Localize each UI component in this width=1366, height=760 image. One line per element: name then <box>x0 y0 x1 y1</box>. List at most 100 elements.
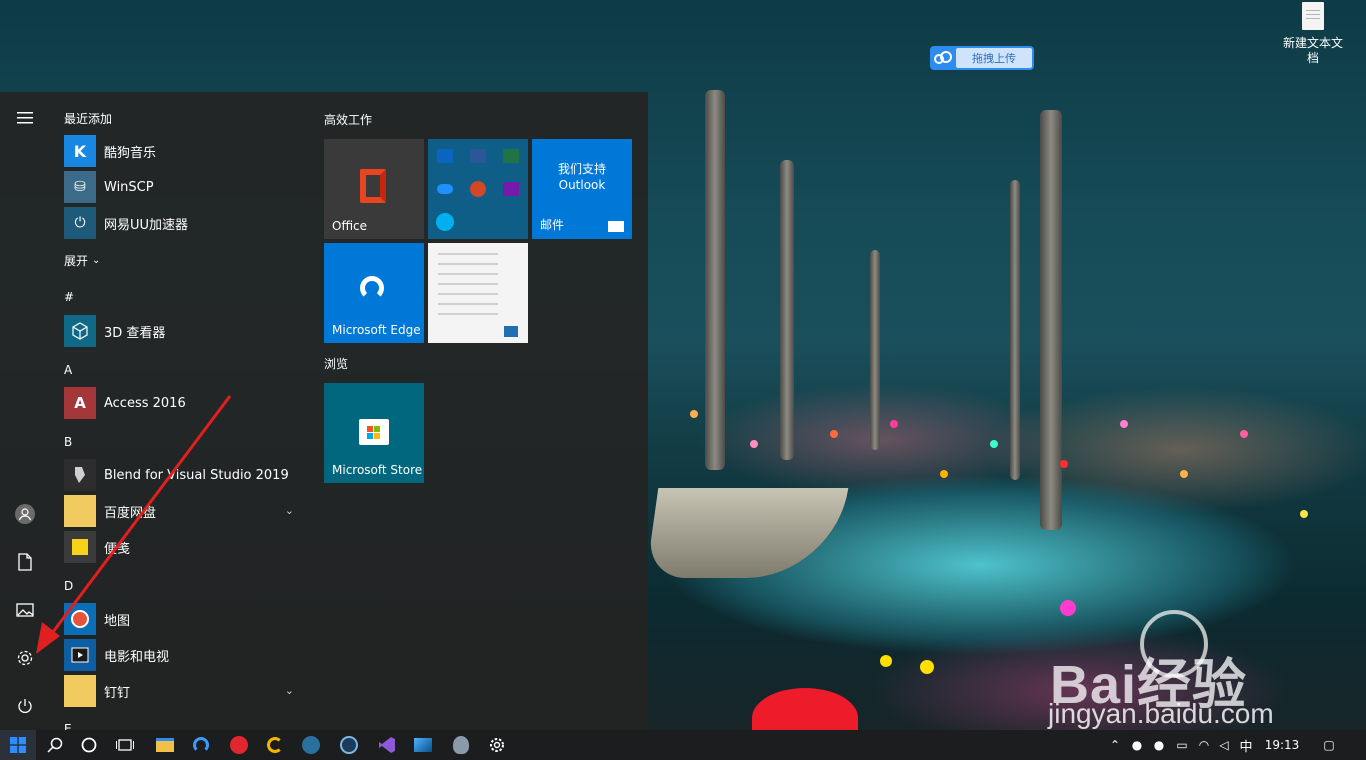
onedrive-icon <box>428 172 461 205</box>
outlook-support-text: 我们支持 Outlook <box>557 162 606 192</box>
desktop-file-new-text-document[interactable]: 新建文本文档 <box>1278 2 1348 66</box>
steam-alt-taskbar-button[interactable] <box>332 730 366 760</box>
app-item-winscp[interactable]: ⛁ WinSCP <box>64 170 304 204</box>
folder-icon <box>64 675 96 707</box>
gear-icon <box>490 738 504 752</box>
steam-icon <box>340 736 358 754</box>
hamburger-menu-button[interactable] <box>0 96 50 140</box>
search-icon <box>47 737 63 753</box>
outlook-icon <box>428 139 461 172</box>
netease-music-taskbar-button[interactable] <box>222 730 256 760</box>
visual-studio-icon <box>379 737 395 753</box>
baidu-upload-widget[interactable]: 拖拽上传 <box>930 46 1034 70</box>
search-button[interactable] <box>38 730 72 760</box>
app-item-dingtalk[interactable]: 钉钉 ⌄ <box>64 674 304 708</box>
file-explorer-taskbar-button[interactable] <box>148 730 182 760</box>
task-view-button[interactable] <box>108 730 142 760</box>
tile-label: Office <box>332 219 368 233</box>
expand-button[interactable]: 展开 ⌄ <box>64 252 100 269</box>
store-bag-icon <box>359 419 389 445</box>
desktop-file-label: 新建文本文档 <box>1282 36 1343 65</box>
clock[interactable]: 19:13 <box>1258 738 1306 752</box>
tile-mail[interactable]: 我们支持 Outlook 邮件 <box>532 139 632 239</box>
chevron-down-icon[interactable]: ⌄ <box>285 684 294 697</box>
notification-icon[interactable]: ▢ <box>1306 738 1352 752</box>
office-logo-icon <box>360 169 386 203</box>
steam-taskbar-button[interactable] <box>294 730 328 760</box>
hamburger-icon <box>17 112 33 124</box>
tile-label: Microsoft Edge <box>332 323 421 337</box>
photos-icon <box>414 738 432 752</box>
screenshot-thumbnail <box>438 253 498 323</box>
tile-label: 邮件 <box>540 218 565 232</box>
tile-office[interactable]: Office <box>324 139 424 239</box>
cortana-circle-icon <box>81 737 97 753</box>
expand-label: 展开 <box>64 254 89 268</box>
tile-office-apps-folder[interactable] <box>428 139 528 239</box>
chevron-down-icon[interactable]: ⌄ <box>285 504 294 517</box>
alien-app-icon <box>453 736 469 754</box>
upload-widget-label: 拖拽上传 <box>956 48 1032 68</box>
text-document-icon <box>1302 2 1324 30</box>
tile-group-label-productivity[interactable]: 高效工作 <box>324 111 372 128</box>
volume-icon[interactable]: ◁ <box>1214 738 1234 752</box>
power-icon <box>18 699 32 713</box>
visual-studio-taskbar-button[interactable] <box>370 730 404 760</box>
tile-microsoft-store[interactable]: Microsoft Store <box>324 383 424 483</box>
qq-icon[interactable]: ● <box>1126 738 1148 752</box>
app-label: 网易UU加速器 <box>104 217 189 233</box>
qq-icon[interactable]: ● <box>1148 738 1170 752</box>
tile-photo-preview[interactable] <box>428 243 528 343</box>
ime-indicator[interactable]: 中 <box>1234 736 1258 755</box>
photos-icon <box>504 326 518 337</box>
3d-viewer-icon <box>64 315 96 347</box>
app-label: 3D 查看器 <box>104 325 166 341</box>
google-g-icon <box>267 737 283 753</box>
taskbar: ⌃ ● ● ▭ ◠ ◁ 中 19:13 ▢ <box>0 730 1366 760</box>
wifi-icon[interactable]: ◠ <box>1194 738 1214 752</box>
section-header-e[interactable]: E <box>64 722 72 730</box>
excel-icon <box>495 139 528 172</box>
annotation-arrow <box>36 395 232 654</box>
word-icon <box>461 139 494 172</box>
app-item-uu-accelerator[interactable]: ⏻ 网易UU加速器 <box>64 206 304 240</box>
windows-logo-icon <box>10 737 26 753</box>
section-recently-added: 最近添加 <box>64 112 113 126</box>
tile-label: Microsoft Store <box>332 463 423 477</box>
battery-icon[interactable]: ▭ <box>1170 738 1194 752</box>
chevron-up-icon[interactable]: ⌃ <box>1104 738 1126 752</box>
baidu-netdisk-cloud-icon <box>930 46 956 70</box>
photos-taskbar-button[interactable] <box>406 730 440 760</box>
app-item-kugou[interactable]: K 酷狗音乐 <box>64 134 304 168</box>
edge-logo-icon <box>360 276 384 300</box>
file-explorer-icon <box>156 738 174 752</box>
app-item-3d-viewer[interactable]: 3D 查看器 <box>64 314 304 348</box>
task-view-icon <box>116 739 134 751</box>
skype-icon <box>428 206 461 239</box>
app-label: WinSCP <box>104 179 154 195</box>
mail-envelope-icon <box>608 221 624 232</box>
edge-icon <box>193 737 209 753</box>
winscp-icon: ⛁ <box>64 171 96 203</box>
onenote-icon <box>495 172 528 205</box>
app-label: 钉钉 <box>104 685 131 701</box>
start-button[interactable] <box>0 730 36 760</box>
section-header-a[interactable]: A <box>64 363 72 377</box>
section-header-hash[interactable]: # <box>64 290 74 304</box>
app-taskbar-button[interactable] <box>444 730 478 760</box>
tile-microsoft-edge[interactable]: Microsoft Edge <box>324 243 424 343</box>
tile-group-label-browse[interactable]: 浏览 <box>324 355 348 372</box>
app-label: 酷狗音乐 <box>104 145 157 161</box>
watermark-url: jingyan.baidu.com <box>1048 698 1274 729</box>
powerpoint-icon <box>461 172 494 205</box>
steam-icon <box>302 736 320 754</box>
settings-taskbar-button[interactable] <box>480 730 514 760</box>
power-button[interactable] <box>0 684 50 728</box>
cortana-button[interactable] <box>72 730 106 760</box>
chevron-down-icon: ⌄ <box>92 255 101 266</box>
kugou-icon: K <box>64 135 96 167</box>
edge-taskbar-button[interactable] <box>184 730 218 760</box>
google-taskbar-button[interactable] <box>258 730 292 760</box>
system-tray: ⌃ ● ● ▭ ◠ ◁ 中 19:13 ▢ <box>1104 730 1352 760</box>
netease-music-icon <box>230 736 248 754</box>
